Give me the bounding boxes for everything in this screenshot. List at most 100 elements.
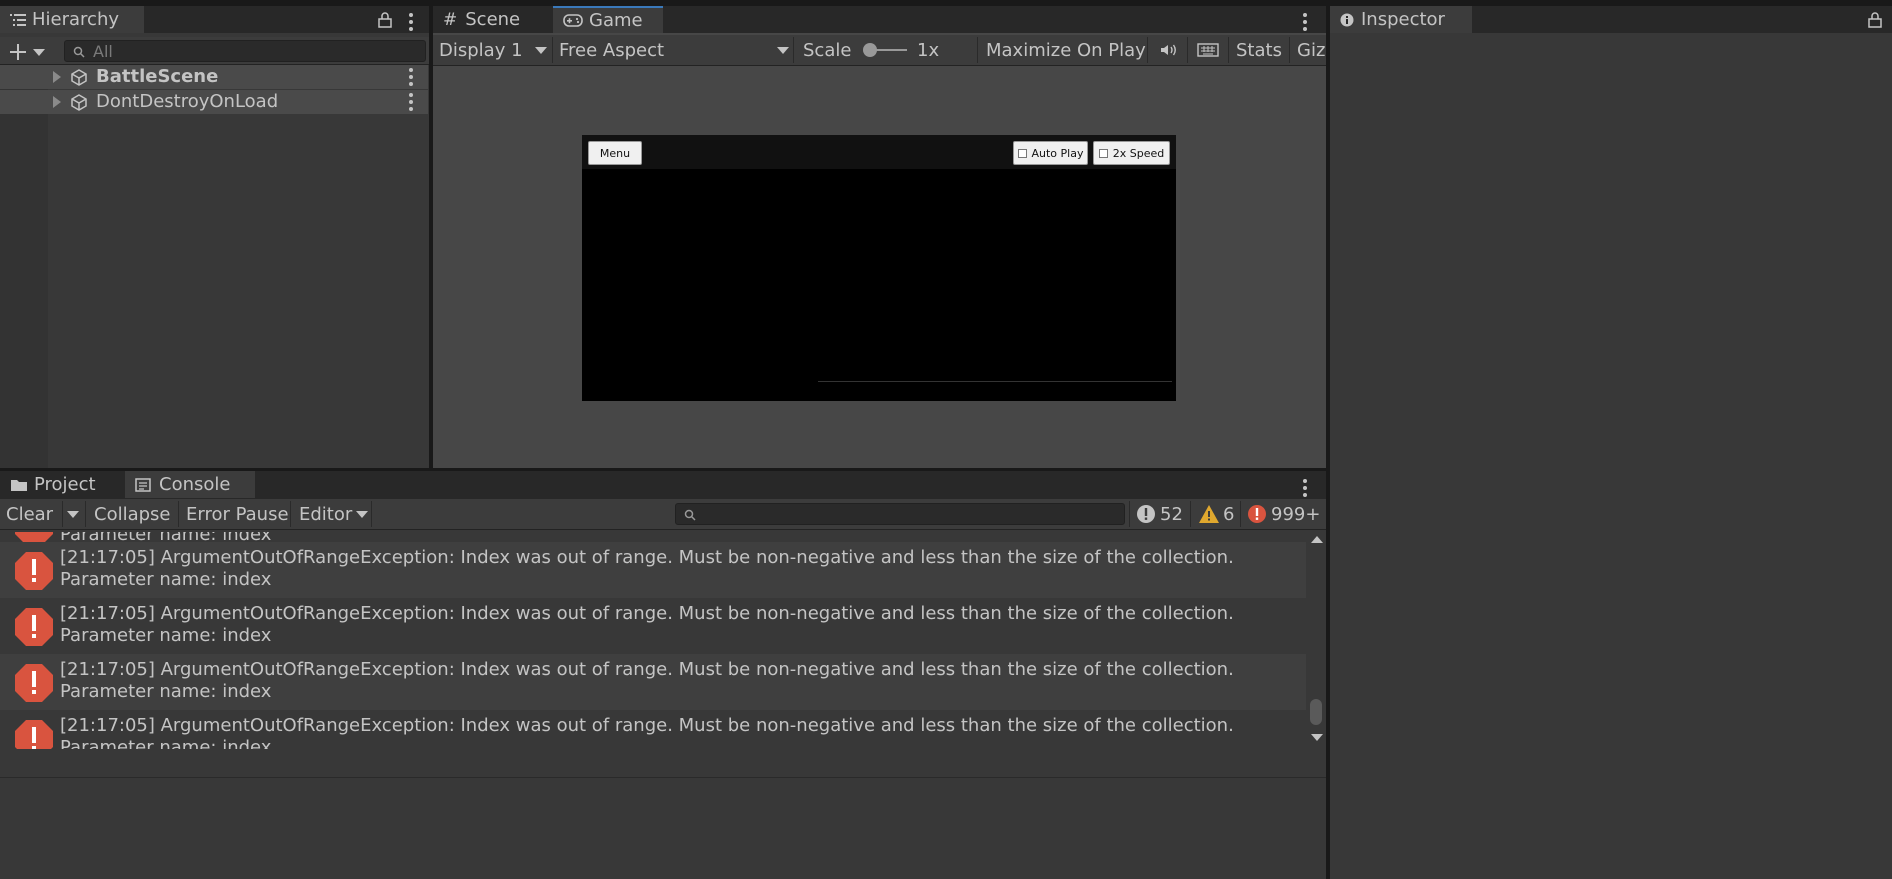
- hierarchy-search-input[interactable]: All: [64, 40, 426, 62]
- speed-label: 2x Speed: [1112, 146, 1165, 160]
- log-count: 52: [1160, 503, 1183, 525]
- scene-menu-icon[interactable]: [409, 93, 413, 111]
- hierarchy-item-battlescene[interactable]: BattleScene: [0, 65, 428, 89]
- aspect-label: Free Aspect: [559, 39, 665, 61]
- log-entry[interactable]: [21:17:05] ArgumentOutOfRangeException: …: [0, 542, 1306, 598]
- tab-hierarchy-label: Hierarchy: [32, 9, 120, 30]
- divider: [1147, 37, 1148, 63]
- partial-log-row[interactable]: Parameter name: index: [0, 532, 1306, 545]
- scene-menu-icon[interactable]: [409, 68, 413, 86]
- scale-value: 1x: [917, 39, 940, 61]
- tab-game-label: Game: [589, 10, 643, 31]
- scale-slider[interactable]: [863, 43, 907, 57]
- error-count-toggle[interactable]: 999+: [1247, 499, 1320, 529]
- game-viewport[interactable]: Menu Auto Play 2x Speed: [433, 66, 1326, 468]
- console-tabbar: Project Console: [0, 471, 1326, 499]
- log-entry[interactable]: [21:17:05] ArgumentOutOfRangeException: …: [0, 598, 1306, 654]
- lock-icon[interactable]: [1868, 12, 1882, 28]
- hierarchy-gutter: [0, 65, 48, 468]
- game-menu-icon[interactable]: [1303, 13, 1307, 31]
- log-text-line: [21:17:05] ArgumentOutOfRangeException: …: [60, 547, 1234, 568]
- scrollbar-thumb[interactable]: [1310, 699, 1322, 725]
- tab-scene-label: Scene: [465, 9, 521, 30]
- console-menu-icon[interactable]: [1303, 479, 1307, 497]
- game-tabbar: # Scene Game: [433, 6, 1326, 33]
- log-detail-area: [0, 778, 1326, 879]
- log-text-line: Parameter name: index: [60, 625, 272, 646]
- divider: [85, 501, 86, 527]
- error-icon: [15, 608, 53, 646]
- stats-toggle[interactable]: Stats: [1236, 35, 1282, 65]
- aspect-dropdown[interactable]: Free Aspect: [559, 35, 793, 65]
- tab-inspector-label: Inspector: [1361, 9, 1445, 30]
- tab-project[interactable]: Project: [0, 471, 122, 498]
- keyboard-icon[interactable]: [1197, 43, 1219, 57]
- game-panel: # Scene Game Display 1 Free Aspect Scale: [433, 6, 1326, 468]
- search-icon: [684, 509, 696, 521]
- collapse-toggle[interactable]: Collapse: [94, 499, 171, 529]
- log-entry[interactable]: [21:17:05] ArgumentOutOfRangeException: …: [0, 710, 1306, 749]
- menu-button[interactable]: Menu: [588, 141, 642, 165]
- unity-scene-icon: [71, 94, 87, 111]
- display-dropdown[interactable]: Display 1: [439, 35, 547, 65]
- add-dropdown-icon[interactable]: [33, 49, 45, 56]
- console-scrollbar[interactable]: [1306, 532, 1326, 748]
- divider: [977, 37, 978, 63]
- hierarchy-item-dontdestroyonload[interactable]: DontDestroyOnLoad: [0, 90, 428, 114]
- log-message: [21:17:05] ArgumentOutOfRangeException: …: [60, 715, 1234, 749]
- hierarchy-panel: Hierarchy All BattleScene DontDestroyOnL…: [0, 6, 429, 468]
- tab-project-label: Project: [34, 474, 96, 495]
- tab-hierarchy[interactable]: Hierarchy: [0, 6, 144, 33]
- add-icon[interactable]: [9, 43, 27, 61]
- clear-options-icon[interactable]: [67, 511, 79, 518]
- gizmos-toggle[interactable]: Gizmos: [1297, 35, 1326, 65]
- divider: [552, 37, 553, 63]
- divider: [1228, 37, 1229, 63]
- tab-console[interactable]: Console: [125, 471, 255, 498]
- hierarchy-item-label: BattleScene: [96, 66, 219, 87]
- log-message: [21:17:05] ArgumentOutOfRangeException: …: [60, 603, 1234, 647]
- game-render-area[interactable]: Menu Auto Play 2x Speed: [582, 135, 1176, 401]
- divider: [1129, 501, 1130, 527]
- speed-toggle[interactable]: 2x Speed: [1093, 141, 1170, 165]
- auto-play-toggle[interactable]: Auto Play: [1013, 141, 1088, 165]
- maximize-on-play-toggle[interactable]: Maximize On Play: [986, 35, 1146, 65]
- tab-scene[interactable]: # Scene: [433, 6, 551, 33]
- lock-icon[interactable]: [378, 12, 392, 28]
- tab-inspector[interactable]: Inspector: [1330, 6, 1472, 33]
- error-icon: [15, 720, 53, 749]
- clear-button[interactable]: Clear: [6, 499, 53, 529]
- divider: [62, 501, 63, 527]
- console-search-input[interactable]: [675, 503, 1125, 525]
- warning-count-toggle[interactable]: 6: [1198, 499, 1234, 529]
- auto-play-label: Auto Play: [1031, 146, 1084, 160]
- editor-dropdown[interactable]: Editor: [299, 499, 369, 529]
- inspector-tabbar: Inspector: [1330, 6, 1892, 33]
- chevron-down-icon: [535, 47, 547, 54]
- hierarchy-search-placeholder: All: [93, 42, 113, 61]
- log-count-toggle[interactable]: 52: [1136, 499, 1183, 529]
- console-panel: Project Console Clear Collapse Error Pau…: [0, 471, 1326, 879]
- hierarchy-menu-icon[interactable]: [409, 13, 413, 31]
- audio-mute-icon[interactable]: [1160, 43, 1178, 57]
- inspector-panel: Inspector: [1330, 6, 1892, 879]
- speed-checkbox[interactable]: [1098, 148, 1108, 158]
- auto-play-checkbox[interactable]: [1017, 148, 1027, 158]
- error-icon: [15, 664, 53, 702]
- gizmos-clip: Gizmos: [1291, 35, 1326, 65]
- console-log-list[interactable]: Parameter name: index [21:17:05] Argumen…: [0, 532, 1306, 749]
- scroll-up-icon[interactable]: [1311, 536, 1323, 543]
- tab-game[interactable]: Game: [553, 6, 663, 33]
- expand-arrow-icon[interactable]: [53, 71, 61, 83]
- scale-slider-handle[interactable]: [863, 43, 877, 57]
- log-text-line: Parameter name: index: [60, 681, 272, 702]
- grid-hash-icon: #: [443, 9, 458, 30]
- error-pause-toggle[interactable]: Error Pause: [186, 499, 289, 529]
- info-icon: [1340, 13, 1354, 26]
- hierarchy-tabbar: Hierarchy: [0, 6, 429, 33]
- expand-arrow-icon[interactable]: [53, 96, 61, 108]
- unity-scene-icon: [71, 69, 87, 86]
- log-entry[interactable]: [21:17:05] ArgumentOutOfRangeException: …: [0, 654, 1306, 710]
- scroll-down-icon[interactable]: [1311, 734, 1323, 741]
- divider: [371, 501, 372, 527]
